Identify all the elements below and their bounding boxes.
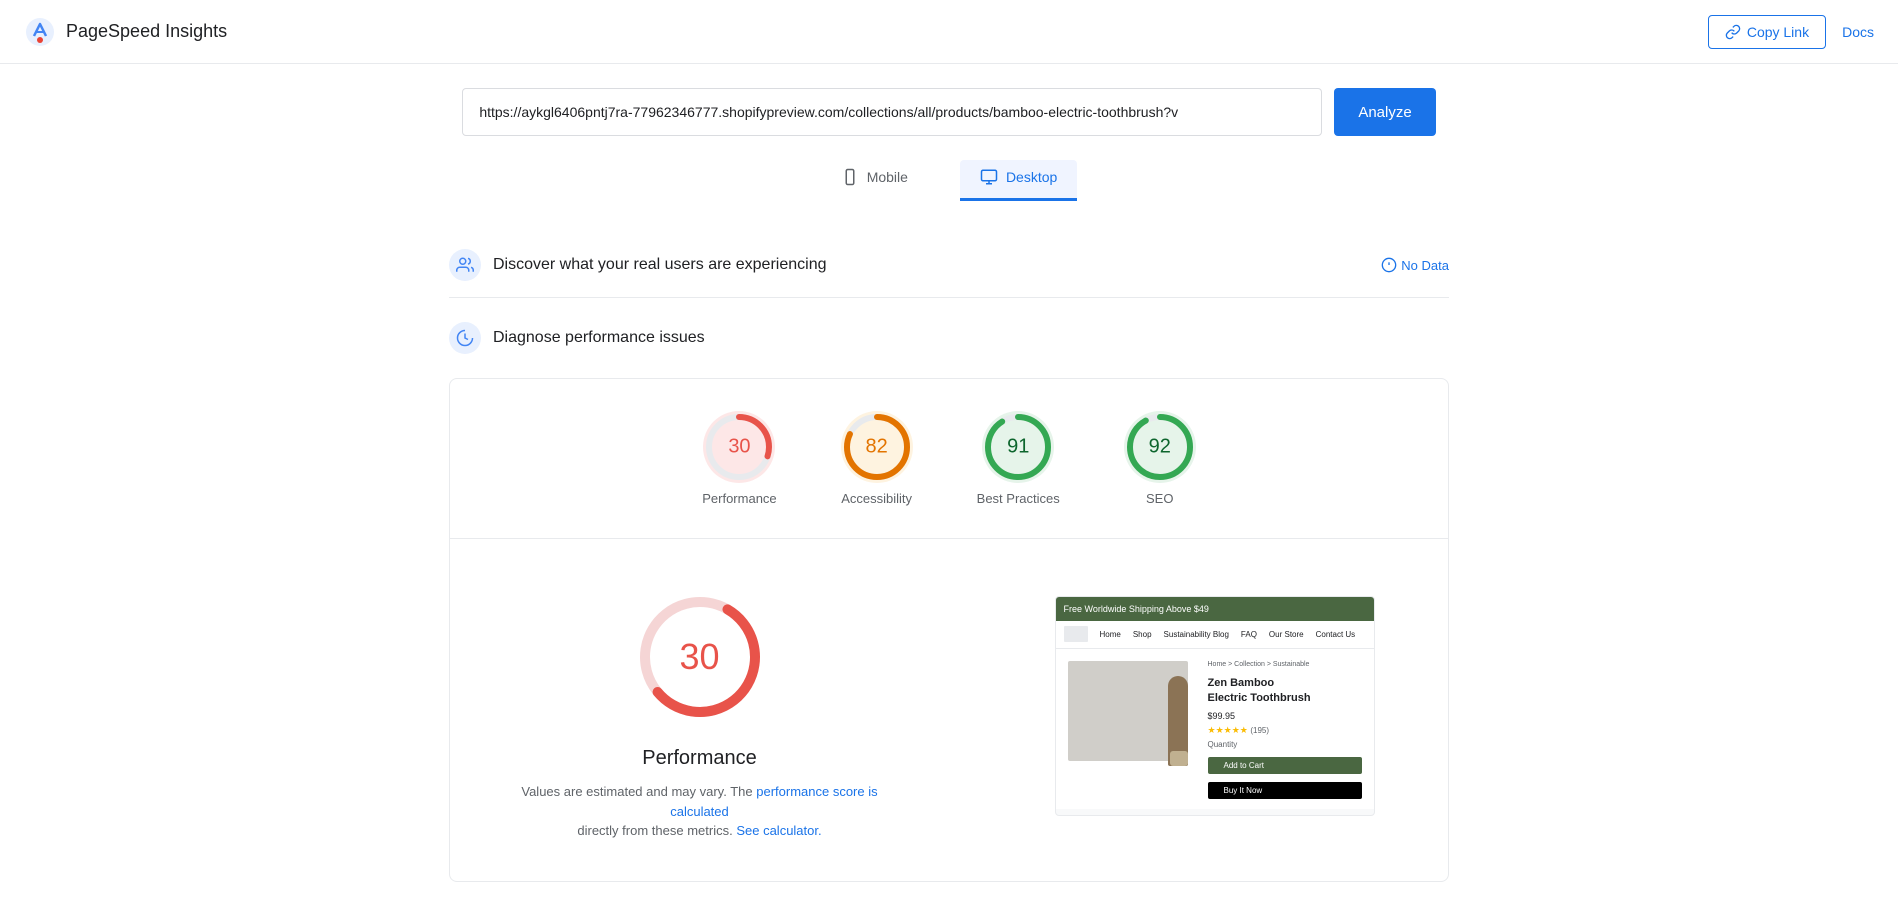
screenshot-stars: ★★★★★ (195): [1208, 725, 1362, 736]
score-label-seo: SEO: [1146, 491, 1173, 506]
app-title: PageSpeed Insights: [66, 21, 227, 42]
no-data-label: No Data: [1401, 258, 1449, 273]
score-label-best-practices: Best Practices: [977, 491, 1060, 506]
screenshot-preview: Free Worldwide Shipping Above $49 Home S…: [981, 547, 1448, 865]
mode-tabs: Mobile Desktop: [0, 152, 1898, 217]
copy-link-button[interactable]: Copy Link: [1708, 15, 1826, 49]
users-icon: [456, 256, 474, 274]
score-circle-seo: 92: [1124, 411, 1196, 483]
url-input[interactable]: [462, 88, 1322, 136]
tab-mobile[interactable]: Mobile: [821, 160, 928, 201]
perf-note: Values are estimated and may vary. The p…: [520, 782, 880, 841]
info-icon: [1381, 257, 1397, 273]
real-users-section: Discover what your real users are experi…: [449, 233, 1449, 289]
bottom-section: 30 Performance Values are estimated and …: [450, 547, 1448, 865]
header-right: Copy Link Docs: [1708, 15, 1874, 49]
score-number-accessibility: 82: [866, 436, 888, 459]
performance-detail: 30 Performance Values are estimated and …: [450, 547, 949, 865]
perf-title: Performance: [642, 747, 757, 770]
score-best-practices[interactable]: 91 Best Practices: [977, 411, 1060, 506]
see-calculator-link[interactable]: See calculator.: [736, 823, 821, 838]
score-number-seo: 92: [1149, 436, 1171, 459]
score-circle-performance: 30: [703, 411, 775, 483]
stars-display: ★★★★★: [1208, 725, 1248, 735]
section-divider-1: [449, 297, 1449, 298]
score-accessibility[interactable]: 82 Accessibility: [841, 411, 913, 506]
review-count: (195): [1250, 726, 1269, 735]
score-performance[interactable]: 30 Performance: [702, 411, 776, 506]
mobile-icon: [841, 168, 859, 186]
tab-mobile-label: Mobile: [867, 169, 908, 185]
topbar-text: Free Worldwide Shipping Above $49: [1064, 604, 1209, 614]
score-number-performance: 30: [728, 436, 750, 459]
screenshot-price: $99.95: [1208, 711, 1362, 721]
screenshot-buy-now: Buy It Now: [1208, 782, 1362, 799]
nav-contact: Contact Us: [1316, 630, 1356, 639]
nav-home: Home: [1100, 630, 1121, 639]
score-circle-accessibility: 82: [841, 411, 913, 483]
search-area: Analyze: [0, 64, 1898, 152]
nav-faq: FAQ: [1241, 630, 1257, 639]
score-circle-best-practices: 91: [982, 411, 1054, 483]
screenshot-product-info: Home > Collection > Sustainable Zen Bamb…: [1208, 661, 1362, 797]
screenshot-topbar: Free Worldwide Shipping Above $49: [1056, 597, 1374, 621]
header: PageSpeed Insights Copy Link Docs: [0, 0, 1898, 64]
diagnose-title: Diagnose performance issues: [493, 329, 705, 347]
perf-note-middle: directly from these metrics.: [577, 823, 732, 838]
nav-blog: Sustainability Blog: [1164, 630, 1229, 639]
copy-link-label: Copy Link: [1747, 24, 1809, 40]
real-users-title: Discover what your real users are experi…: [493, 256, 826, 274]
score-label-accessibility: Accessibility: [841, 491, 912, 506]
header-left: PageSpeed Insights: [24, 16, 227, 48]
screenshot-product-image: [1068, 661, 1188, 761]
diagnose-icon: [449, 322, 481, 354]
section-header-left: Discover what your real users are experi…: [449, 249, 826, 281]
nav-shop: Shop: [1133, 630, 1152, 639]
diagnose-header-left: Diagnose performance issues: [449, 322, 705, 354]
score-number-best-practices: 91: [1007, 436, 1029, 459]
big-gauge-number: 30: [679, 636, 719, 678]
tab-desktop[interactable]: Desktop: [960, 160, 1077, 201]
screenshot-body: Home > Collection > Sustainable Zen Bamb…: [1056, 649, 1374, 809]
docs-link[interactable]: Docs: [1842, 24, 1874, 40]
screenshot-nav: Home Shop Sustainability Blog FAQ Our St…: [1056, 621, 1374, 649]
score-label-performance: Performance: [702, 491, 776, 506]
real-users-icon: [449, 249, 481, 281]
tab-desktop-label: Desktop: [1006, 169, 1057, 185]
screenshot-add-to-cart: Add to Cart: [1208, 757, 1362, 774]
screenshot-qty: Quantity: [1208, 740, 1362, 749]
scores-panel: 30 Performance 82 Accessibility: [449, 378, 1449, 882]
gauge-icon: [456, 329, 474, 347]
perf-note-start: Values are estimated and may vary. The: [521, 784, 752, 799]
pagespeed-logo-icon: [24, 16, 56, 48]
screenshot-buttons: Add to Cart Buy It Now: [1208, 757, 1362, 799]
screenshot-breadcrumb: Home > Collection > Sustainable: [1208, 661, 1362, 668]
scores-row: 30 Performance 82 Accessibility: [450, 411, 1448, 530]
analyze-button[interactable]: Analyze: [1334, 88, 1435, 136]
no-data-badge: No Data: [1381, 257, 1449, 273]
link-icon: [1725, 24, 1741, 40]
nav-store: Our Store: [1269, 630, 1304, 639]
score-seo[interactable]: 92 SEO: [1124, 411, 1196, 506]
desktop-icon: [980, 168, 998, 186]
main-content: Discover what your real users are experi…: [449, 217, 1449, 914]
big-gauge: 30: [630, 587, 770, 727]
diagnose-section-header: Diagnose performance issues: [449, 306, 1449, 362]
scores-panel-divider: [450, 538, 1448, 539]
screenshot-product-title: Zen BambooElectric Toothbrush: [1208, 676, 1362, 707]
screenshot-mock: Free Worldwide Shipping Above $49 Home S…: [1055, 596, 1375, 816]
